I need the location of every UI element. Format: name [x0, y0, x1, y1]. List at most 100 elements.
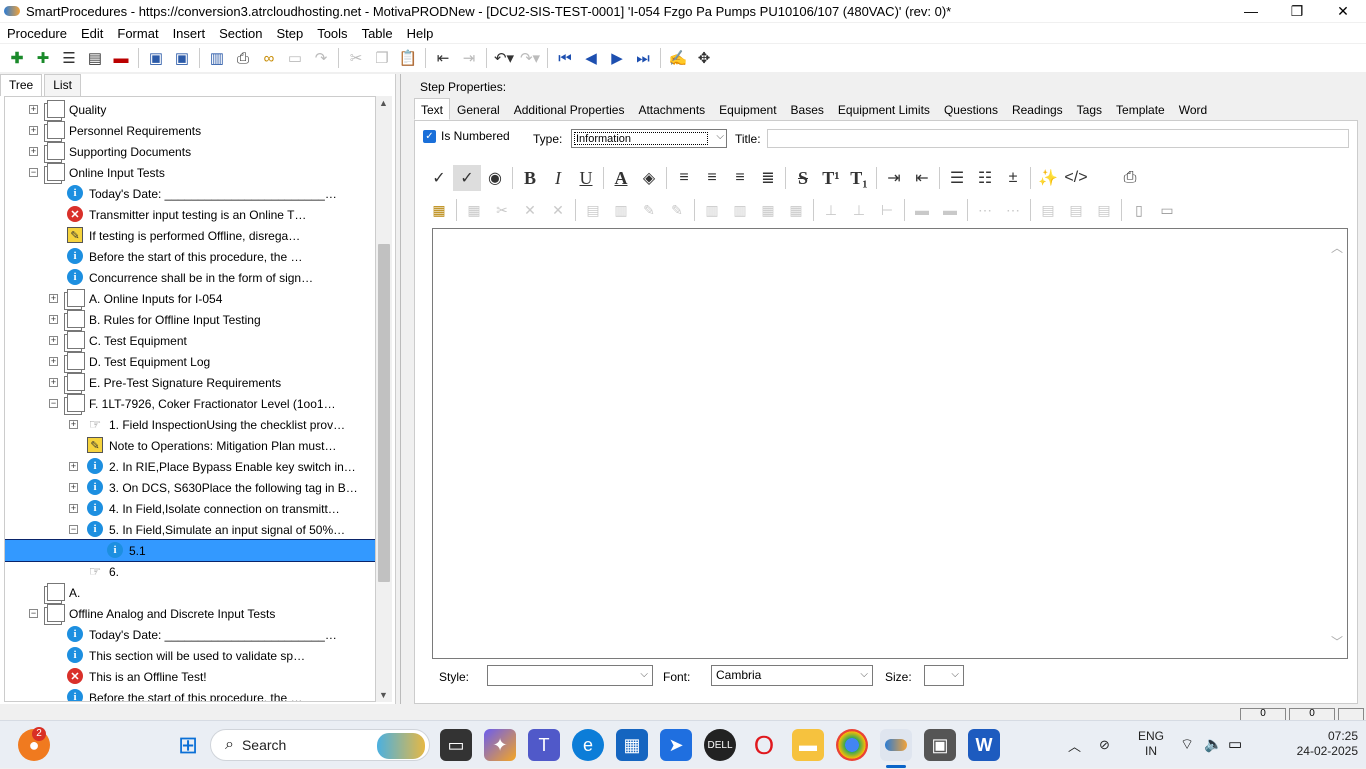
expand-icon[interactable]: + — [29, 126, 38, 135]
spellcheck-icon[interactable]: ✍ — [665, 46, 691, 70]
align-left-icon[interactable]: ≡ — [670, 165, 698, 191]
menu-procedure[interactable]: Procedure — [0, 26, 74, 41]
table-tool-13-icon[interactable]: ⊥ — [817, 197, 845, 223]
power-automate-icon[interactable]: ➤ — [660, 729, 692, 761]
step-text-editor[interactable]: ︿ ﹀ — [432, 228, 1348, 659]
edge-icon[interactable]: e — [572, 729, 604, 761]
superscript-icon[interactable]: T¹ — [817, 165, 845, 191]
table-tool-3-icon[interactable]: ✕ — [516, 197, 544, 223]
table-tool-5-icon[interactable]: ▤ — [579, 197, 607, 223]
tree-node[interactable]: ✎ If testing is performed Offline, disreg… — [5, 225, 375, 246]
outdent-icon[interactable]: ⇤ — [430, 46, 456, 70]
table-tool-10-icon[interactable]: ▥ — [726, 197, 754, 223]
last-icon[interactable]: ⏭ — [630, 46, 656, 70]
style-dropdown[interactable]: ⌵ — [487, 665, 653, 686]
store-icon[interactable]: ▦ — [616, 729, 648, 761]
table-tool-21-icon[interactable]: ▤ — [1062, 197, 1090, 223]
menu-table[interactable]: Table — [355, 26, 400, 41]
volume-icon[interactable]: 🔈 — [1204, 735, 1223, 753]
bullet-list-icon[interactable]: ☰ — [943, 165, 971, 191]
add-child-icon[interactable]: ✚ — [30, 46, 56, 70]
editor-scroll-up-icon[interactable]: ︿ — [1331, 239, 1343, 256]
align-right-icon[interactable]: ≡ — [726, 165, 754, 191]
paste-icon[interactable]: 📋 — [395, 46, 421, 70]
table-tool-20-icon[interactable]: ▤ — [1034, 197, 1062, 223]
tab-text[interactable]: Text — [414, 98, 451, 120]
tab-word[interactable]: Word — [1172, 98, 1214, 120]
fill-color-icon[interactable]: ◈ — [635, 165, 663, 191]
numbered-list-icon[interactable]: ☷ — [971, 165, 999, 191]
print-icon[interactable]: ⎙ — [230, 46, 256, 70]
chrome-icon[interactable] — [836, 729, 868, 761]
expand-icon[interactable]: + — [49, 315, 58, 324]
expand-icon[interactable]: + — [69, 462, 78, 471]
add-icon[interactable]: ✚ — [4, 46, 30, 70]
menu-edit[interactable]: Edit — [74, 26, 110, 41]
tree-node[interactable]: + B. Rules for Offline Input Testing — [5, 309, 375, 330]
panel-icon[interactable]: ▭ — [282, 46, 308, 70]
editor-scroll-down-icon[interactable]: ﹀ — [1331, 633, 1343, 650]
collapse-icon[interactable]: − — [29, 609, 38, 618]
tab-readings[interactable]: Readings — [1005, 98, 1070, 120]
taskbar-search[interactable]: ⌕ Search — [210, 729, 430, 761]
next-icon[interactable]: ▶ — [604, 46, 630, 70]
menu-section[interactable]: Section — [212, 26, 269, 41]
size-dropdown[interactable]: ⌵ — [924, 665, 964, 686]
battery-icon[interactable]: ▭ — [1228, 735, 1242, 753]
scroll-thumb[interactable] — [378, 244, 390, 582]
word-icon[interactable]: W — [968, 729, 1000, 761]
html-code-icon[interactable]: </> — [1062, 165, 1090, 191]
tab-questions[interactable]: Questions — [937, 98, 1005, 120]
insert-table-icon[interactable]: ▦ — [425, 197, 453, 223]
table-tool-9-icon[interactable]: ▥ — [698, 197, 726, 223]
restore-button[interactable]: ❐ — [1274, 0, 1320, 22]
expand-icon[interactable]: + — [69, 483, 78, 492]
title-input[interactable] — [767, 129, 1349, 148]
tree-node[interactable]: ☞ 6. — [5, 561, 375, 582]
spell-check-icon[interactable]: ✓ — [425, 165, 453, 191]
table-tool-19-icon[interactable]: ⋯ — [999, 197, 1027, 223]
tree-node[interactable]: − Offline Analog and Discrete Input Tests — [5, 603, 375, 624]
table-tool-17-icon[interactable]: ▬ — [936, 197, 964, 223]
pane-splitter[interactable] — [400, 74, 406, 704]
first-icon[interactable]: ⏮ — [552, 46, 578, 70]
table-tool-8-icon[interactable]: ✎ — [663, 197, 691, 223]
publish-icon[interactable]: ▥ — [204, 46, 230, 70]
file-explorer-icon[interactable]: ▬ — [792, 729, 824, 761]
link-icon[interactable]: ∞ — [256, 46, 282, 70]
tree-node[interactable]: + Supporting Documents — [5, 141, 375, 162]
tree-node[interactable]: + ☞ 1. Field InspectionUsing the checklist… — [5, 414, 375, 435]
collapse-icon[interactable]: − — [69, 525, 78, 534]
align-center-icon[interactable]: ≡ — [698, 165, 726, 191]
copy-icon[interactable]: ❐ — [369, 46, 395, 70]
type-dropdown[interactable]: Information ⌵ — [571, 129, 727, 148]
procedure-tree[interactable]: + Quality + Personnel Requirements + Supporti… — [4, 96, 376, 702]
task-view-icon[interactable]: ▭ — [440, 729, 472, 761]
indent-icon[interactable]: ⇥ — [880, 165, 908, 191]
tree-node[interactable]: ✎ Note to Operations: Mitigation Plan mus… — [5, 435, 375, 456]
tree-node[interactable]: + i 4. In Field,Isolate connection on tran… — [5, 498, 375, 519]
tab-tree[interactable]: Tree — [0, 74, 43, 96]
cut-icon[interactable]: ✂ — [343, 46, 369, 70]
italic-icon[interactable]: I — [544, 165, 572, 191]
tree-node[interactable]: + D. Test Equipment Log — [5, 351, 375, 372]
expand-icon[interactable]: + — [49, 357, 58, 366]
tree-node[interactable]: + i 2. In RIE,Place Bypass Enable key swit… — [5, 456, 375, 477]
close-button[interactable]: ✕ — [1320, 0, 1366, 22]
tree-node[interactable]: − Online Input Tests — [5, 162, 375, 183]
tree-node[interactable]: i Before the start of this procedure, the… — [5, 687, 375, 701]
save-all-icon[interactable]: ▣ — [143, 46, 169, 70]
tab-attachments[interactable]: Attachments — [631, 98, 712, 120]
dell-icon[interactable]: DELL — [704, 729, 736, 761]
font-dropdown[interactable]: Cambria ⌵ — [711, 665, 873, 686]
strikethrough-icon[interactable]: S — [789, 165, 817, 191]
tree-node[interactable]: + Personnel Requirements — [5, 120, 375, 141]
tree-node[interactable]: + Quality — [5, 99, 375, 120]
table-tool-18-icon[interactable]: ⋯ — [971, 197, 999, 223]
tree-node[interactable]: − i 5. In Field,Simulate an input signal o… — [5, 519, 375, 540]
tree-node[interactable]: i This section will be used to validate s… — [5, 645, 375, 666]
redo-icon[interactable]: ↷▾ — [517, 46, 543, 70]
chevron-down-icon[interactable]: ⌵ — [951, 669, 959, 680]
table-tool-6-icon[interactable]: ▥ — [607, 197, 635, 223]
teams-icon[interactable]: T — [528, 729, 560, 761]
